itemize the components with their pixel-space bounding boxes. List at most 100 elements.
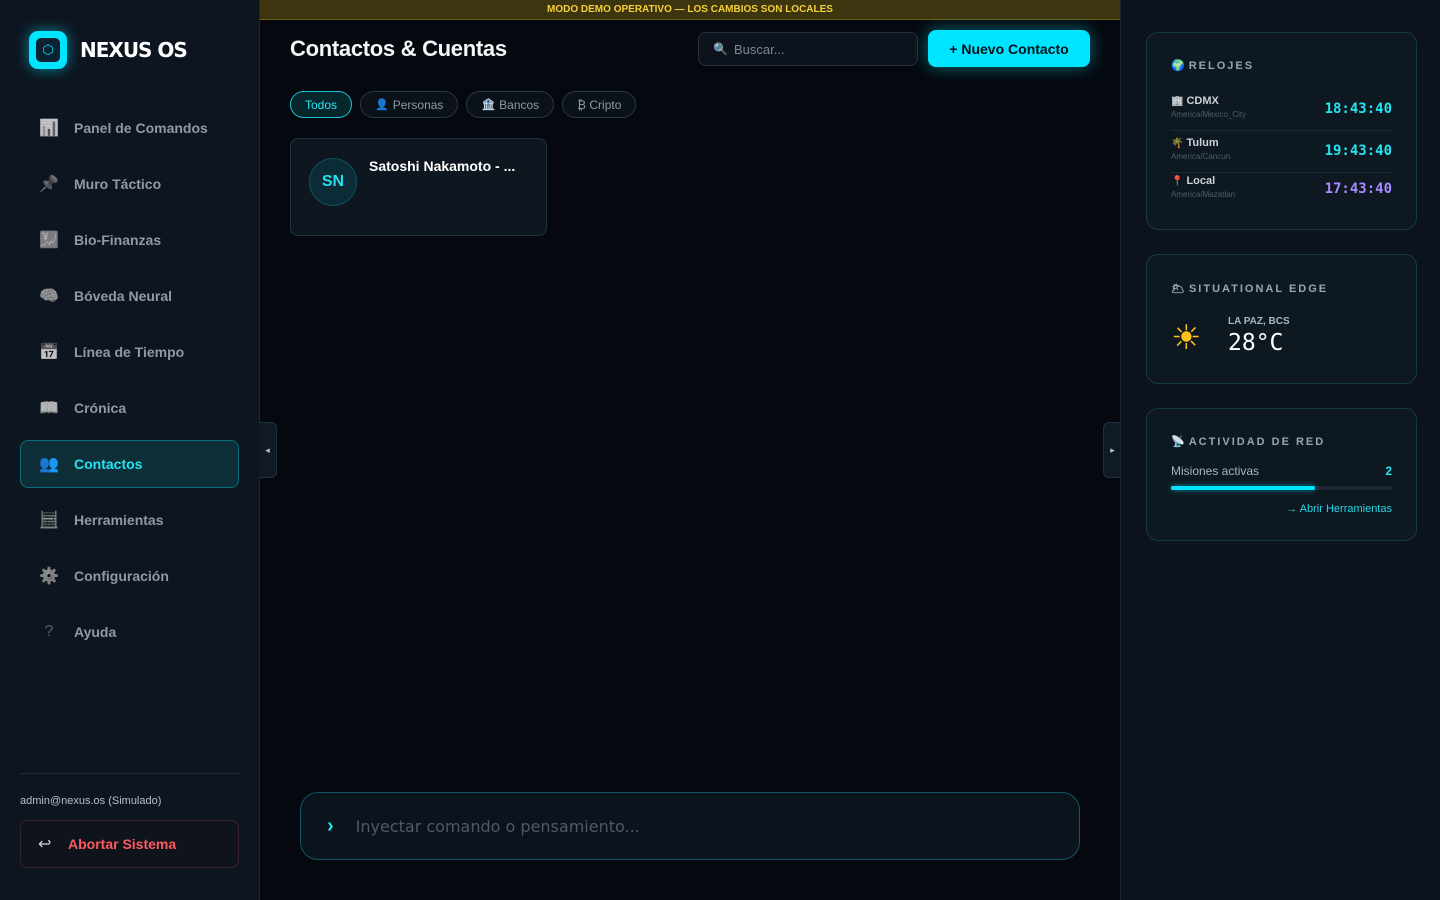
filter-chip-cripto[interactable]: ₿ Cripto xyxy=(562,91,637,118)
sidebar-item-linea-de-tiempo[interactable]: 📅 Línea de Tiempo xyxy=(20,328,239,376)
location-icon: 🌴 xyxy=(1171,138,1184,149)
sun-icon: ☀ xyxy=(1171,319,1202,357)
missions-progress-fill xyxy=(1171,486,1315,490)
filter-chip-label: Todos xyxy=(305,97,338,112)
sidebar-item-muro-tactico[interactable]: 📌 Muro Táctico xyxy=(20,160,239,208)
calendar-icon: 📅 xyxy=(39,344,59,361)
abort-system-label: Abortar Sistema xyxy=(68,836,177,852)
globe-icon: 🌍 xyxy=(1171,60,1185,72)
active-missions-count: 2 xyxy=(1385,464,1392,478)
clock-divider xyxy=(1171,130,1392,131)
sidebar-item-bio-finanzas[interactable]: 💹 Bio-Finanzas xyxy=(20,216,239,264)
sidebar-item-label: Panel de Comandos xyxy=(74,120,208,136)
collapse-sidebar-toggle[interactable]: ◂ xyxy=(259,422,277,478)
users-icon: 👥 xyxy=(39,456,59,473)
sidebar-item-contactos[interactable]: 👥 Contactos xyxy=(20,440,239,488)
collapse-right-panel-toggle[interactable]: ▸ xyxy=(1103,422,1121,478)
sidebar-item-configuracion[interactable]: ⚙️ Configuración xyxy=(20,552,239,600)
bank-icon: 🏦 xyxy=(481,99,496,111)
weather-title: 🌥 SITUATIONAL EDGE xyxy=(1171,282,1328,295)
contact-card[interactable]: SN Satoshi Nakamoto - ... xyxy=(290,138,547,236)
missions-progress-bar xyxy=(1171,486,1392,490)
clock-time: 18:43:40 xyxy=(1324,101,1392,117)
right-panel: 🌍 RELOJES 🏢 CDMX America/Mexico_City 18:43:4… xyxy=(1120,0,1440,900)
chart-icon: 📊 xyxy=(39,120,59,137)
current-user: admin@nexus.os (Simulado) xyxy=(20,795,162,807)
search-box[interactable]: 🔍 xyxy=(698,32,918,66)
hexagon-icon: ⬡ xyxy=(36,38,60,62)
sidebar-item-label: Bóveda Neural xyxy=(74,288,173,304)
clock-row-local: 📍 Local America/Mazatlan 17:43:40 xyxy=(1171,175,1392,213)
sidebar-item-ayuda[interactable]: ? Ayuda xyxy=(20,608,239,656)
filter-chip-bancos[interactable]: 🏦 Bancos xyxy=(466,91,555,118)
cloud-icon: 🌥 xyxy=(1171,283,1185,295)
command-input[interactable] xyxy=(355,816,1016,836)
sidebar-item-label: Herramientas xyxy=(74,512,164,528)
clocks-title-text: RELOJES xyxy=(1188,60,1255,72)
clock-time: 17:43:40 xyxy=(1324,181,1392,197)
sidebar-item-cronica[interactable]: 📖 Crónica xyxy=(20,384,239,432)
weather-location: LA PAZ, BCS xyxy=(1228,316,1290,327)
finance-chart-icon: 💹 xyxy=(39,232,59,249)
weather-widget: 🌥 SITUATIONAL EDGE ☀ LA PAZ, BCS 28°C xyxy=(1146,254,1417,384)
weather-title-text: SITUATIONAL EDGE xyxy=(1188,283,1329,295)
open-tools-link[interactable]: → Abrir Herramientas xyxy=(1286,503,1392,515)
brand[interactable]: ⬡ NEXUS OS xyxy=(29,31,188,69)
brain-icon: 🧠 xyxy=(39,288,59,305)
command-bar[interactable]: › xyxy=(300,792,1080,860)
clock-city-name: Tulum xyxy=(1186,137,1219,149)
clock-row-tulum: 🌴 Tulum America/Cancun 19:43:40 xyxy=(1171,137,1392,175)
avatar: SN xyxy=(309,158,357,206)
network-title: 📡 ACTIVIDAD DE RED xyxy=(1171,435,1325,448)
sidebar-item-label: Línea de Tiempo xyxy=(74,344,185,360)
filter-chip-label: ₿ Cripto xyxy=(577,97,622,112)
book-icon: 📖 xyxy=(39,400,59,417)
satellite-antenna-icon: 📡 xyxy=(1171,436,1185,448)
person-icon: 👤 xyxy=(375,99,389,111)
sidebar-item-label: Muro Táctico xyxy=(74,176,162,192)
clock-time: 19:43:40 xyxy=(1324,143,1392,159)
sidebar-item-panel-de-comandos[interactable]: 📊 Panel de Comandos xyxy=(20,104,239,152)
location-icon: 🏢 xyxy=(1171,96,1184,107)
sidebar-item-label: Contactos xyxy=(74,456,143,472)
abacus-icon: 🧮 xyxy=(39,512,59,529)
filter-chip-todos[interactable]: Todos xyxy=(290,91,353,118)
page-title: Contactos & Cuentas xyxy=(290,36,507,61)
search-icon: 🔍 xyxy=(713,42,728,56)
pin-icon: 📌 xyxy=(39,176,59,193)
sidebar-nav: 📊 Panel de Comandos 📌 Muro Táctico 💹 Bio-Fina… xyxy=(20,104,239,664)
contact-name: Satoshi Nakamoto - ... xyxy=(369,158,516,174)
brand-name: NEXUS OS xyxy=(80,38,188,62)
clock-city-name: CDMX xyxy=(1186,95,1219,107)
clock-city-name: Local xyxy=(1186,175,1216,187)
sidebar-item-herramientas[interactable]: 🧮 Herramientas xyxy=(20,496,239,544)
active-missions-label: Misiones activas xyxy=(1171,464,1260,478)
weather-temperature: 28°C xyxy=(1228,330,1284,356)
sidebar-item-label: Bio-Finanzas xyxy=(74,232,162,248)
sidebar-item-boveda-neural[interactable]: 🧠 Bóveda Neural xyxy=(20,272,239,320)
filter-chip-personas[interactable]: 👤 Personas xyxy=(360,91,459,118)
sidebar-item-label: Crónica xyxy=(74,400,127,416)
sidebar-divider xyxy=(20,773,239,774)
clock-divider xyxy=(1171,172,1392,173)
logout-arrow-icon: ↩ xyxy=(38,836,52,853)
chevron-right-icon: › xyxy=(327,814,334,837)
abort-system-button[interactable]: ↩ Abortar Sistema xyxy=(20,820,239,868)
network-title-text: ACTIVIDAD DE RED xyxy=(1188,436,1326,448)
filter-chip-label: Bancos xyxy=(499,97,540,112)
sidebar-item-label: Ayuda xyxy=(74,624,117,640)
clocks-widget: 🌍 RELOJES 🏢 CDMX America/Mexico_City 18:43:4… xyxy=(1146,32,1417,230)
brand-logo-icon: ⬡ xyxy=(29,31,67,69)
search-input[interactable] xyxy=(733,41,904,57)
clocks-title: 🌍 RELOJES xyxy=(1171,59,1254,72)
sidebar-item-label: Configuración xyxy=(74,568,169,584)
demo-banner: MODO DEMO OPERATIVO — LOS CAMBIOS SON LO… xyxy=(260,0,1120,20)
filter-chip-label: Personas xyxy=(392,97,444,112)
main-content: MODO DEMO OPERATIVO — LOS CAMBIOS SON LO… xyxy=(260,0,1120,900)
filter-chips: Todos 👤 Personas 🏦 Bancos ₿ Cripto xyxy=(290,91,644,118)
network-activity-widget: 📡 ACTIVIDAD DE RED Misiones activas 2 → A… xyxy=(1146,408,1417,541)
new-contact-button[interactable]: + Nuevo Contacto xyxy=(928,30,1090,67)
gear-icon: ⚙️ xyxy=(39,568,59,585)
help-icon: ? xyxy=(44,623,54,640)
sidebar: ⬡ NEXUS OS 📊 Panel de Comandos 📌 Muro Tácti… xyxy=(0,0,260,900)
